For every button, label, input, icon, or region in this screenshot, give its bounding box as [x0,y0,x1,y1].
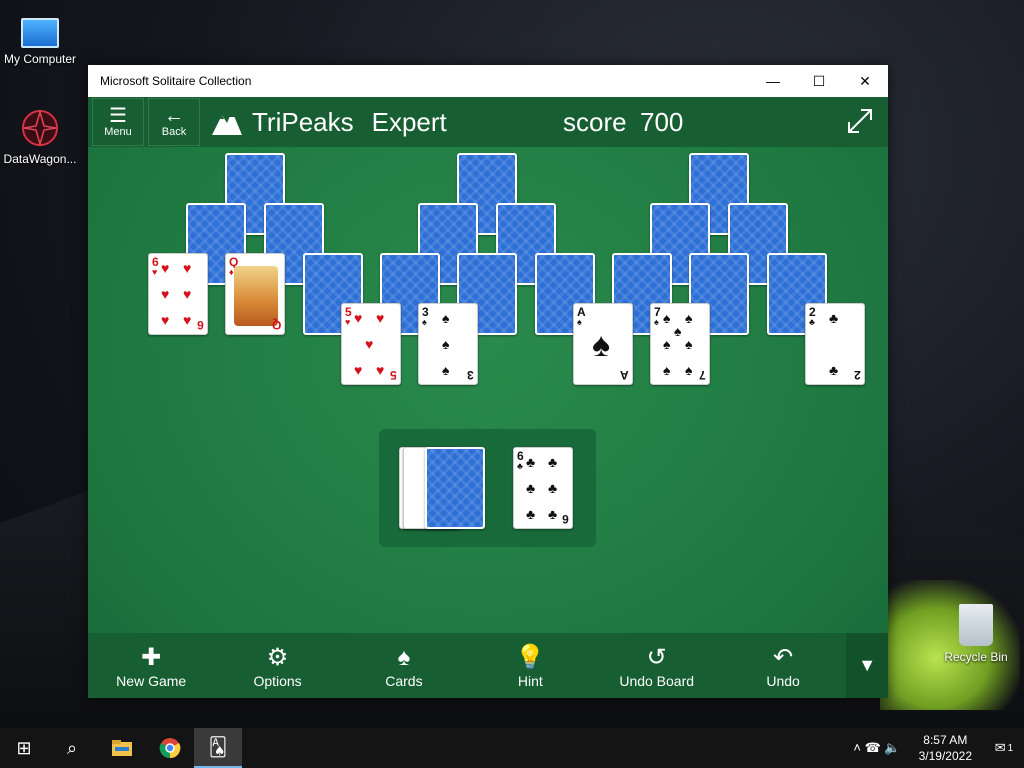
game-board: ☰ Menu ← Back TriPeaks Expert score 700 [88,97,889,698]
clock-date: 3/19/2022 [918,749,972,763]
tool-label: New Game [116,672,187,689]
minimize-button[interactable]: — [750,65,796,97]
back-button[interactable]: ← Back [148,98,200,146]
menu-label: Menu [104,126,132,138]
window-title: Microsoft Solitaire Collection [100,74,252,88]
desktop-icon-label: Recycle Bin [944,650,1008,664]
undo-board-button[interactable]: ↺ Undo Board [594,633,720,698]
back-arrow-icon: ← [164,105,184,127]
title-bar[interactable]: Microsoft Solitaire Collection — ☐ ✕ [88,65,888,97]
desktop-icon-recycle-bin[interactable]: Recycle Bin [936,604,1016,664]
tool-label: Cards [385,672,423,689]
solitaire-window: Microsoft Solitaire Collection — ☐ ✕ ☰ M… [88,65,889,698]
gear-icon: ⚙ [266,643,289,671]
computer-icon [21,18,59,48]
desktop-icon-label: DataWagon... [3,152,77,166]
solitaire-cards-icon: 🂡 [208,736,228,757]
tripeaks-logo-icon [210,107,244,137]
tool-label: Options [253,672,302,689]
recycle-bin-icon [959,604,993,646]
card-6-hearts[interactable]: 6 ♥ ♥ ♥ ♥ ♥ ♥ ♥ 6 [148,253,208,335]
card-ace-spades[interactable]: A ♠ ♠ A [573,303,633,385]
game-top-bar: ☰ Menu ← Back TriPeaks Expert score 700 [88,97,888,147]
score-label: score [563,107,627,137]
maximize-button[interactable]: ☐ [796,65,842,97]
waste-card-6-clubs[interactable]: 6 ♣ ♣ ♣ ♣ ♣ ♣ ♣ 6 [513,447,573,529]
windows-icon: ⊞ [16,737,32,758]
clock-time: 8:57 AM [923,733,968,747]
chevron-down-icon: ▼ [858,655,877,675]
fullscreen-icon[interactable] [846,107,874,135]
game-name: TriPeaks [252,106,354,137]
desktop-icon-label: My Computer [3,52,77,66]
desktop-icon-my-computer[interactable]: My Computer [0,10,80,66]
tool-label: Undo Board [619,672,695,689]
notification-count: 1 [1007,742,1014,754]
datawagon-icon [20,108,60,148]
folder-icon [112,740,132,756]
back-label: Back [161,126,187,138]
close-button[interactable]: ✕ [842,65,888,97]
cards-icon: ♠ [397,643,411,671]
notification-icon: ✉ [994,740,1006,755]
hamburger-icon: ☰ [109,105,127,127]
start-button[interactable]: ⊞ [0,728,48,768]
desktop-icon-datawagon[interactable]: DataWagon... [0,108,80,166]
game-toolbar: ✚ New Game ⚙ Options ♠ Cards 💡 Hint ↺ Un… [88,633,889,698]
lightbulb-icon: 💡 [515,643,546,671]
card-2-clubs[interactable]: 2 ♣ ♣ ♣ 2 [805,303,865,385]
taskbar-chrome[interactable] [146,728,194,768]
game-mode: Expert [371,106,447,137]
undo-icon: ↶ [773,643,794,671]
card-queen-diamonds[interactable]: Q ♦ Q [225,253,285,335]
card-7-spades[interactable]: 7 ♠ ♠ ♠ ♠ ♠ ♠ ♠ ♠ 7 [650,303,710,385]
taskbar-file-explorer[interactable] [98,728,146,768]
more-options-button[interactable]: ▼ [846,633,889,698]
tool-label: Hint [517,672,543,689]
stock-pile[interactable] [425,447,485,529]
menu-button[interactable]: ☰ Menu [92,98,144,146]
card-3-spades[interactable]: 3 ♠ ♠ ♠ ♠ 3 [418,303,478,385]
queen-portrait-icon [234,266,278,326]
score-value: 700 [640,107,684,137]
tool-label: Undo [766,672,800,689]
plus-icon: ✚ [141,643,162,671]
search-icon: ⌕ [66,737,78,758]
notification-button[interactable]: ✉ 1 [984,728,1024,768]
tray-icons[interactable]: ˄ ☎ 🔈 [853,740,900,756]
system-tray: ˄ ☎ 🔈 8:57 AM 3/19/2022 ✉ 1 [847,728,1024,768]
options-button[interactable]: ⚙ Options [214,633,340,698]
undo-board-icon: ↺ [646,643,667,671]
search-button[interactable]: ⌕ [48,728,96,768]
new-game-button[interactable]: ✚ New Game [88,633,214,698]
hint-button[interactable]: 💡 Hint [467,633,593,698]
card-5-hearts[interactable]: 5 ♥ ♥ ♥ ♥ ♥ ♥ 5 [341,303,401,385]
taskbar-solitaire[interactable]: 🂡 [194,728,242,768]
chrome-icon [159,738,181,759]
clock[interactable]: 8:57 AM 3/19/2022 [919,732,972,764]
undo-button[interactable]: ↶ Undo [720,633,846,698]
cards-button[interactable]: ♠ Cards [341,633,467,698]
taskbar: ⊞ ⌕ 🂡 ˄ ☎ 🔈 8:57 AM 3/19/2022 ✉ 1 [0,728,1024,768]
